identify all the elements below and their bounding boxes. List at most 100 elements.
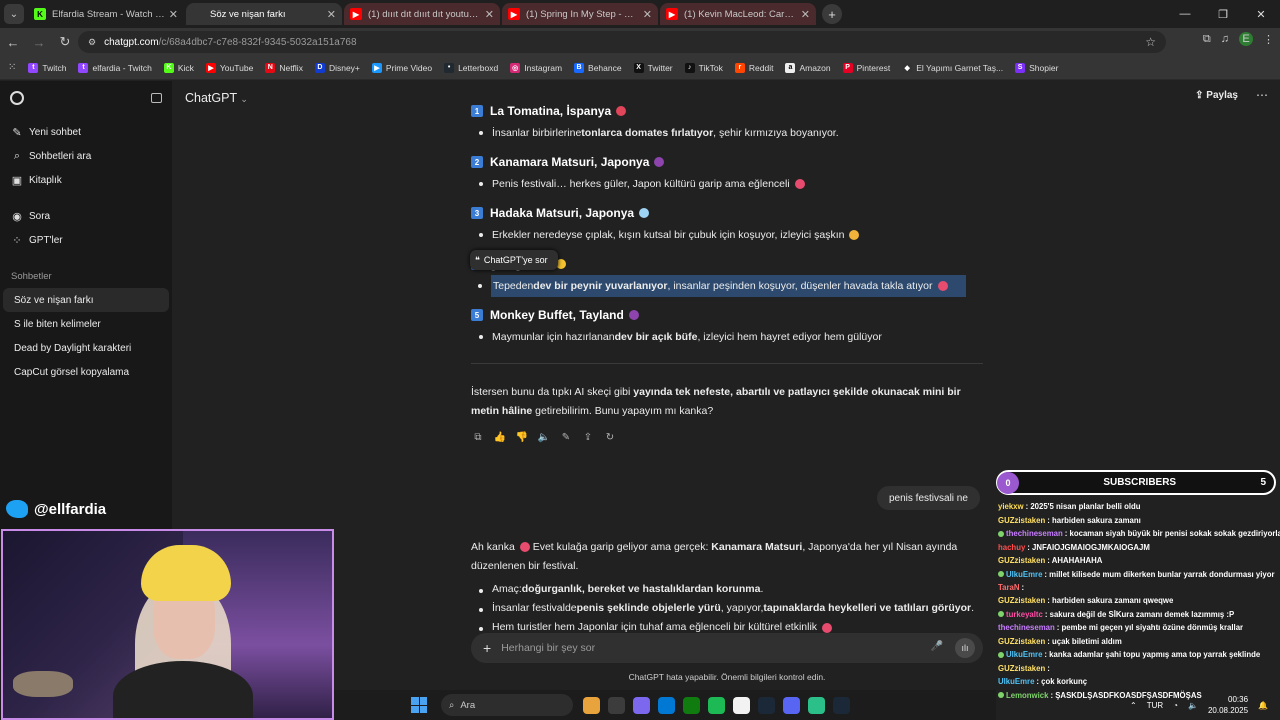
bookmark-item[interactable]: S Shopier xyxy=(1015,62,1058,73)
taskbar-app-icon[interactable] xyxy=(683,696,700,714)
bookmark-item[interactable]: P Pinterest xyxy=(842,62,890,73)
tray-chevron-icon[interactable]: ⌃ xyxy=(1130,701,1137,710)
sidebar-chat-item[interactable]: Dead by Daylight karakteri xyxy=(3,336,169,360)
chat-username[interactable]: GUZzistaken xyxy=(998,516,1045,525)
chat-username[interactable]: yiekxw xyxy=(998,502,1024,511)
share-button[interactable]: ⇪ Paylaş xyxy=(1195,90,1238,101)
media-icon[interactable]: ♫ xyxy=(1221,33,1229,45)
bookmark-star-icon[interactable]: ☆ xyxy=(1145,35,1156,49)
chat-username[interactable]: hachuy xyxy=(998,543,1025,552)
tab-search-icon[interactable]: ⌄ xyxy=(4,4,24,24)
browser-menu-icon[interactable]: ⋮ xyxy=(1263,33,1274,46)
bookmark-item[interactable]: B Behance xyxy=(574,62,622,73)
restore-icon[interactable]: ❐ xyxy=(1204,0,1242,28)
chat-username[interactable]: thechineseman xyxy=(1006,529,1063,538)
bookmark-item[interactable]: ▶ Prime Video xyxy=(371,62,432,73)
bookmark-item[interactable]: D Disney+ xyxy=(314,62,360,73)
more-options-icon[interactable]: ⋯ xyxy=(1256,88,1268,102)
clock[interactable]: 00:36 20.08.2025 xyxy=(1208,694,1248,716)
ask-chatgpt-tooltip[interactable]: ❝ ChatGPT'ye sor xyxy=(470,250,558,270)
edit-icon[interactable]: ✎ xyxy=(559,430,573,444)
read-aloud-icon[interactable]: 🔈 xyxy=(537,430,551,444)
taskbar-app-icon[interactable] xyxy=(583,696,600,714)
thumbs-down-icon[interactable]: 👎 xyxy=(515,430,529,444)
share-message-icon[interactable]: ⇪ xyxy=(581,430,595,444)
taskbar-app-icon[interactable] xyxy=(633,696,650,714)
chat-username[interactable]: UlkuEmre xyxy=(1006,650,1042,659)
sidebar-item[interactable]: ✎ Yeni sohbet xyxy=(0,120,172,144)
tab-close-icon[interactable]: ✕ xyxy=(169,8,178,21)
chat-username[interactable]: thechineseman xyxy=(998,623,1055,632)
bookmark-item[interactable]: r Reddit xyxy=(734,62,773,73)
taskbar-app-icon[interactable] xyxy=(608,696,625,714)
reload-icon[interactable]: ↻ xyxy=(52,28,78,56)
minimize-icon[interactable]: — xyxy=(1166,0,1204,28)
sidebar-item[interactable]: ▣ Kitaplık xyxy=(0,168,172,192)
taskbar-app-icon[interactable] xyxy=(808,696,825,714)
sidebar-item[interactable]: ⁘ GPT'ler xyxy=(0,228,172,252)
new-tab-button[interactable]: + xyxy=(822,4,842,24)
regenerate-icon[interactable]: ↻ xyxy=(603,430,617,444)
extensions-icon[interactable]: ⧉ xyxy=(1203,33,1211,46)
tab-close-icon[interactable]: ✕ xyxy=(801,8,810,21)
lang-indicator[interactable]: TUR xyxy=(1147,701,1163,710)
openai-logo-icon[interactable] xyxy=(10,91,24,105)
notification-icon[interactable]: 🔔 xyxy=(1258,701,1268,710)
taskbar-app-icon[interactable] xyxy=(658,696,675,714)
close-window-icon[interactable]: ✕ xyxy=(1242,0,1280,28)
taskbar-app-icon[interactable] xyxy=(783,696,800,714)
tab-close-icon[interactable]: ✕ xyxy=(327,8,336,21)
sidebar-item[interactable]: ⌕ Sohbetleri ara xyxy=(0,144,172,168)
chat-username[interactable]: GUZzistaken xyxy=(998,596,1045,605)
site-info-icon[interactable]: ⚙ xyxy=(88,37,96,48)
bookmark-item[interactable]: N Netflix xyxy=(265,62,303,73)
voice-mode-icon[interactable]: ılı xyxy=(955,638,975,658)
browser-tab[interactable]: ▶ (1) Kevin MacLeod: Carefree [1 hour] ✕ xyxy=(660,3,816,25)
sidebar-chat-item[interactable]: S ile biten kelimeler xyxy=(3,312,169,336)
bookmark-item[interactable]: X Twitter xyxy=(633,62,673,73)
prompt-input[interactable]: + Herhangi bir şey sor 🎤 ılı xyxy=(471,633,983,663)
sidebar-chat-item[interactable]: Söz ve nişan farkı xyxy=(3,288,169,312)
browser-tab[interactable]: ▶ (1) dıııt dıt dıııt dıt youtuber müziği… xyxy=(344,3,500,25)
browser-tab[interactable]: ▶ (1) Spring In My Step - YouTube ✕ xyxy=(502,3,658,25)
copy-icon[interactable]: ⧉ xyxy=(471,430,485,444)
plus-icon[interactable]: + xyxy=(483,640,491,656)
taskbar-app-icon[interactable] xyxy=(833,696,850,714)
windows-start-icon[interactable] xyxy=(411,697,427,713)
bookmark-item[interactable]: K Kick xyxy=(163,62,194,73)
thumbs-up-icon[interactable]: 👍 xyxy=(493,430,507,444)
taskbar-app-icon[interactable] xyxy=(733,696,750,714)
bookmark-item[interactable]: • Letterboxd xyxy=(444,62,498,73)
taskbar-app-icon[interactable] xyxy=(708,696,725,714)
tab-close-icon[interactable]: ✕ xyxy=(643,8,652,21)
browser-tab[interactable]: K Elfardia Stream - Watch Live on Kick ✕ xyxy=(28,3,184,25)
browser-tab[interactable]: Söz ve nişan farkı ✕ xyxy=(186,3,342,25)
wifi-icon[interactable]: ◔ xyxy=(1173,701,1178,710)
sidebar-item[interactable]: ◉ Sora xyxy=(0,204,172,228)
bookmark-item[interactable]: ▶ YouTube xyxy=(205,62,253,73)
chat-username[interactable]: turkeyaltc xyxy=(1006,610,1043,619)
taskbar-app-icon[interactable] xyxy=(758,696,775,714)
chat-username[interactable]: GUZzistaken xyxy=(998,664,1045,673)
bookmark-item[interactable]: ◎ Instagram xyxy=(510,62,562,73)
profile-avatar[interactable]: E xyxy=(1239,32,1253,46)
chat-username[interactable]: TaraN xyxy=(998,583,1020,592)
back-icon[interactable]: ← xyxy=(0,28,26,56)
bookmark-item[interactable]: t Twitch xyxy=(28,62,66,73)
microphone-icon[interactable]: 🎤 xyxy=(931,641,943,652)
bookmark-item[interactable]: ◆ El Yapımı Garnet Taş... xyxy=(902,62,1003,73)
bookmark-item[interactable]: t elfardia - Twitch xyxy=(78,62,152,73)
chat-username[interactable]: UlkuEmre xyxy=(998,677,1034,686)
sidebar-chat-item[interactable]: CapCut görsel kopyalama xyxy=(3,360,169,384)
taskbar-search[interactable]: ⌕ Ara xyxy=(441,694,573,716)
apps-grid-icon[interactable]: ⁙ xyxy=(8,62,16,73)
bookmark-item[interactable]: ♪ TikTok xyxy=(684,62,723,73)
bookmark-item[interactable]: a Amazon xyxy=(785,62,831,73)
model-selector[interactable]: ChatGPT ⌄ xyxy=(185,91,248,105)
tab-close-icon[interactable]: ✕ xyxy=(485,8,494,21)
chat-username[interactable]: GUZzistaken xyxy=(998,556,1045,565)
volume-icon[interactable]: 🔈 xyxy=(1188,701,1198,710)
url-input[interactable]: ⚙ chatgpt.com/c/68a4dbc7-c7e8-832f-9345-… xyxy=(78,31,1166,53)
forward-icon[interactable]: → xyxy=(26,28,52,56)
chat-username[interactable]: UlkuEmre xyxy=(1006,570,1042,579)
